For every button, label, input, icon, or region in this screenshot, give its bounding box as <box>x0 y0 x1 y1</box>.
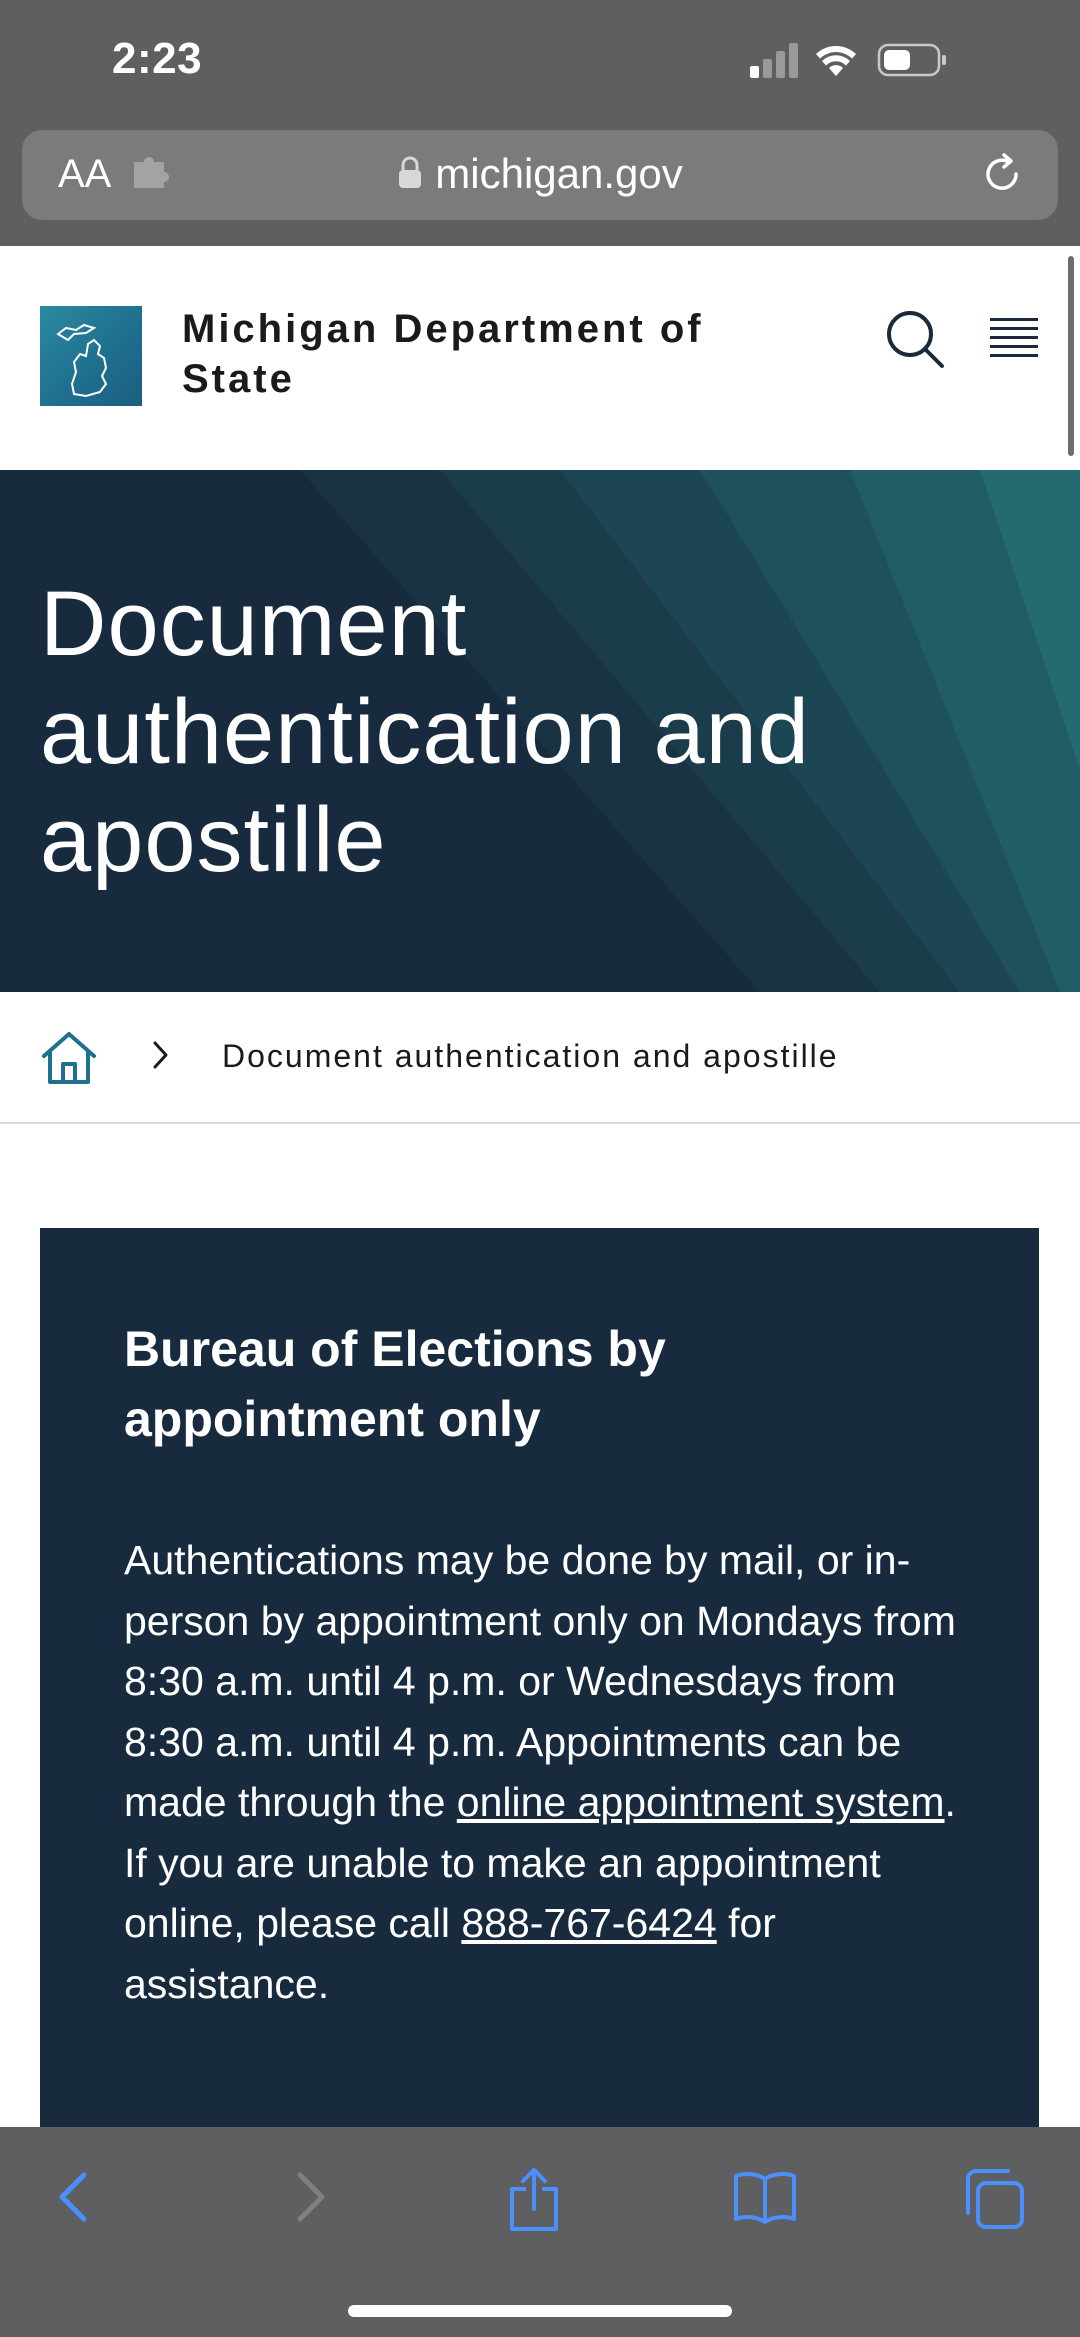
page-title: Document authentication and apostille <box>40 573 810 891</box>
notice-body: Authentications may be done by mail, or … <box>124 1530 984 2014</box>
notice-card: Bureau of Elections by appointment only … <box>40 1228 1039 2128</box>
search-icon[interactable] <box>884 308 946 375</box>
home-icon[interactable] <box>40 1030 98 1091</box>
appointment-system-link[interactable]: online appointment system <box>457 1779 945 1825</box>
status-icons <box>750 40 1010 80</box>
signal-icon <box>750 43 798 78</box>
scrollbar[interactable] <box>1068 256 1074 456</box>
url-display[interactable]: michigan.gov <box>22 150 1058 200</box>
address-bar[interactable]: AA michigan.gov <box>22 130 1058 220</box>
forward-icon[interactable] <box>290 2167 330 2232</box>
notice-heading: Bureau of Elections by appointment only <box>124 1321 666 1447</box>
site-title[interactable]: Michigan Department of State <box>182 304 802 404</box>
reload-icon[interactable] <box>978 150 1026 203</box>
browser-top-chrome: 2:23 AA michigan.gov <box>0 0 1080 246</box>
tabs-icon[interactable] <box>962 2167 1026 2236</box>
url-text: michigan.gov <box>435 150 683 197</box>
share-icon[interactable] <box>506 2167 562 2238</box>
michigan-logo-icon[interactable] <box>40 306 142 406</box>
hero-banner: Document authentication and apostille <box>0 470 1080 992</box>
chevron-right-icon <box>150 1040 172 1075</box>
home-indicator[interactable] <box>348 2305 732 2317</box>
wifi-icon <box>816 46 856 76</box>
breadcrumb-current: Document authentication and apostille <box>222 1038 839 1074</box>
phone-link[interactable]: 888-767-6424 <box>461 1900 716 1946</box>
back-icon[interactable] <box>54 2167 94 2232</box>
lock-icon <box>397 152 423 200</box>
bookmarks-icon[interactable] <box>732 2167 798 2232</box>
battery-icon <box>877 43 946 77</box>
menu-icon[interactable] <box>990 318 1040 363</box>
browser-toolbar <box>0 2127 1080 2337</box>
site-header: Michigan Department of State <box>0 246 1080 470</box>
breadcrumb: Document authentication and apostille <box>0 992 1080 1124</box>
status-time: 2:23 <box>112 34 203 83</box>
